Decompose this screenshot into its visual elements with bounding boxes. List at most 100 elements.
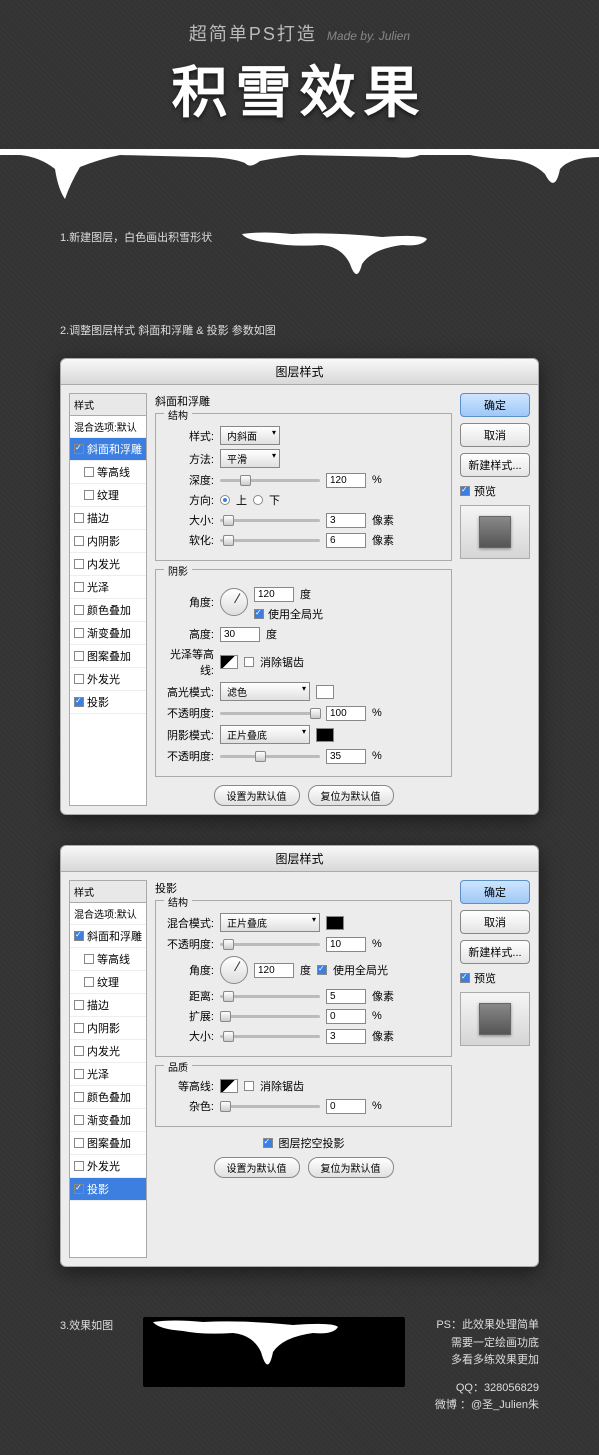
highlight-opacity-slider[interactable] (220, 712, 320, 715)
noise-slider[interactable] (220, 1105, 320, 1108)
spread-input[interactable]: 0 (326, 1009, 366, 1024)
style-contour-row[interactable]: 等高线 (70, 461, 146, 484)
style-innershadow-row[interactable]: 内阴影 (70, 1017, 146, 1040)
new-style-button[interactable]: 新建样式... (460, 940, 530, 964)
style-coloroverlay-row[interactable]: 颜色叠加 (70, 1086, 146, 1109)
reset-default-button[interactable]: 复位为默认值 (308, 1157, 394, 1178)
blend-options-row[interactable]: 混合选项:默认 (70, 903, 146, 925)
highlight-opacity-input[interactable]: 100 (326, 706, 366, 721)
checkbox-icon[interactable] (74, 536, 84, 546)
contour-picker[interactable] (220, 1079, 238, 1093)
checkbox-icon[interactable] (74, 1184, 84, 1194)
style-innershadow-row[interactable]: 内阴影 (70, 530, 146, 553)
depth-slider[interactable] (220, 479, 320, 482)
checkbox-icon[interactable] (74, 674, 84, 684)
checkbox-icon[interactable] (74, 1138, 84, 1148)
opacity-input[interactable]: 10 (326, 937, 366, 952)
shadow-mode-select[interactable]: 正片叠底 (220, 725, 310, 744)
shadow-color-swatch[interactable] (326, 916, 344, 930)
blend-mode-select[interactable]: 正片叠底 (220, 913, 320, 932)
size-slider[interactable] (220, 519, 320, 522)
cancel-button[interactable]: 取消 (460, 423, 530, 447)
style-contour-row[interactable]: 等高线 (70, 948, 146, 971)
style-patoverlay-row[interactable]: 图案叠加 (70, 645, 146, 668)
method-select[interactable]: 平滑 (220, 449, 280, 468)
reset-default-button[interactable]: 复位为默认值 (308, 785, 394, 806)
checkbox-icon[interactable] (74, 605, 84, 615)
set-default-button[interactable]: 设置为默认值 (214, 1157, 300, 1178)
spread-slider[interactable] (220, 1015, 320, 1018)
dir-down-radio[interactable] (253, 495, 263, 505)
altitude-input[interactable]: 30 (220, 627, 260, 642)
cancel-button[interactable]: 取消 (460, 910, 530, 934)
distance-input[interactable]: 5 (326, 989, 366, 1004)
angle-dial[interactable] (220, 588, 248, 616)
style-texture-row[interactable]: 纹理 (70, 484, 146, 507)
angle-dial[interactable] (220, 956, 248, 984)
style-outerglow-row[interactable]: 外发光 (70, 1155, 146, 1178)
ok-button[interactable]: 确定 (460, 393, 530, 417)
style-select[interactable]: 内斜面 (220, 426, 280, 445)
angle-input[interactable]: 120 (254, 587, 294, 602)
dir-up-radio[interactable] (220, 495, 230, 505)
checkbox-icon[interactable] (74, 1092, 84, 1102)
global-light-checkbox[interactable] (254, 609, 264, 619)
checkbox-icon[interactable] (74, 1069, 84, 1079)
checkbox-icon[interactable] (84, 467, 94, 477)
distance-slider[interactable] (220, 995, 320, 998)
soft-slider[interactable] (220, 539, 320, 542)
checkbox-icon[interactable] (74, 697, 84, 707)
preview-checkbox[interactable] (460, 973, 470, 983)
ok-button[interactable]: 确定 (460, 880, 530, 904)
style-dropshadow-row[interactable]: 投影 (70, 691, 146, 714)
checkbox-icon[interactable] (74, 1046, 84, 1056)
preview-checkbox[interactable] (460, 486, 470, 496)
style-stroke-row[interactable]: 描边 (70, 994, 146, 1017)
style-outerglow-row[interactable]: 外发光 (70, 668, 146, 691)
style-innerglow-row[interactable]: 内发光 (70, 553, 146, 576)
soft-input[interactable]: 6 (326, 533, 366, 548)
style-coloroverlay-row[interactable]: 颜色叠加 (70, 599, 146, 622)
checkbox-icon[interactable] (74, 444, 84, 454)
opacity-slider[interactable] (220, 943, 320, 946)
antialias-checkbox[interactable] (244, 1081, 254, 1091)
size-input[interactable]: 3 (326, 1029, 366, 1044)
angle-input[interactable]: 120 (254, 963, 294, 978)
style-bevel-row[interactable]: 斜面和浮雕 (70, 438, 146, 461)
antialias-checkbox[interactable] (244, 657, 254, 667)
checkbox-icon[interactable] (74, 559, 84, 569)
highlight-mode-select[interactable]: 滤色 (220, 682, 310, 701)
checkbox-icon[interactable] (74, 628, 84, 638)
style-dropshadow-row[interactable]: 投影 (70, 1178, 146, 1201)
checkbox-icon[interactable] (74, 1115, 84, 1125)
style-gradoverlay-row[interactable]: 渐变叠加 (70, 1109, 146, 1132)
set-default-button[interactable]: 设置为默认值 (214, 785, 300, 806)
shadow-opacity-input[interactable]: 35 (326, 749, 366, 764)
style-innerglow-row[interactable]: 内发光 (70, 1040, 146, 1063)
blend-options-row[interactable]: 混合选项:默认 (70, 416, 146, 438)
size-slider[interactable] (220, 1035, 320, 1038)
checkbox-icon[interactable] (74, 651, 84, 661)
checkbox-icon[interactable] (74, 582, 84, 592)
highlight-color[interactable] (316, 685, 334, 699)
contour-picker[interactable] (220, 655, 238, 669)
new-style-button[interactable]: 新建样式... (460, 453, 530, 477)
checkbox-icon[interactable] (74, 1161, 84, 1171)
size-input[interactable]: 3 (326, 513, 366, 528)
shadow-color[interactable] (316, 728, 334, 742)
style-satin-row[interactable]: 光泽 (70, 1063, 146, 1086)
style-bevel-row[interactable]: 斜面和浮雕 (70, 925, 146, 948)
depth-input[interactable]: 120 (326, 473, 366, 488)
checkbox-icon[interactable] (74, 1000, 84, 1010)
style-texture-row[interactable]: 纹理 (70, 971, 146, 994)
checkbox-icon[interactable] (84, 954, 94, 964)
shadow-opacity-slider[interactable] (220, 755, 320, 758)
checkbox-icon[interactable] (74, 1023, 84, 1033)
checkbox-icon[interactable] (84, 490, 94, 500)
noise-input[interactable]: 0 (326, 1099, 366, 1114)
checkbox-icon[interactable] (74, 931, 84, 941)
checkbox-icon[interactable] (84, 977, 94, 987)
checkbox-icon[interactable] (74, 513, 84, 523)
style-gradoverlay-row[interactable]: 渐变叠加 (70, 622, 146, 645)
style-satin-row[interactable]: 光泽 (70, 576, 146, 599)
